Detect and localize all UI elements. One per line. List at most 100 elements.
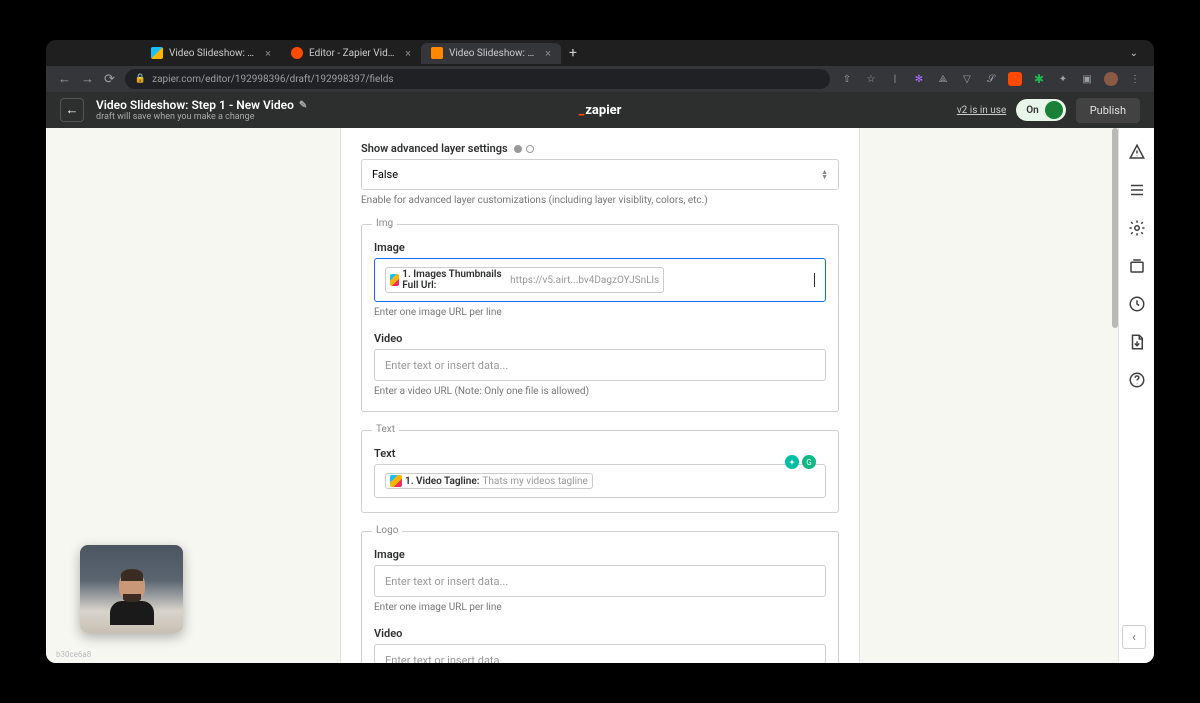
radio-filled-icon [514,145,522,153]
logo-video-field: Video Enter text or insert data... Enter… [374,627,826,663]
close-tab-icon[interactable]: × [545,47,551,60]
video-input[interactable]: Enter text or insert data... [374,349,826,381]
share-icon[interactable]: ⇧ [840,72,854,86]
logo-legend: Logo [372,525,402,536]
radio-empty-icon [526,145,534,153]
divider-icon: | [888,72,902,86]
extension-icon[interactable]: ✻ [912,72,926,86]
url-input[interactable]: 🔒 zapier.com/editor/192998396/draft/1929… [125,69,830,89]
placeholder: Enter text or insert data... [385,654,508,664]
new-tab-button[interactable]: + [561,45,585,61]
toggle-label: On [1026,105,1038,116]
logo-fieldset: Logo Image Enter text or insert data... … [361,531,839,663]
panel-icon[interactable]: ▣ [1080,72,1094,86]
build-hash: b30ce6a8 [56,650,91,659]
grammarly-badge-icon[interactable]: G [802,455,816,469]
extension-icon[interactable] [1008,72,1022,86]
main-area: Show advanced layer settings False ▲▼ En… [46,128,1154,663]
zap-toggle[interactable]: On [1016,99,1065,121]
menu-icon[interactable]: ⋮ [1128,72,1142,86]
right-sidebar [1118,128,1154,663]
collapse-sidebar-button[interactable]: ‹ [1122,625,1146,649]
reload-button[interactable]: ⟳ [104,72,115,87]
header-right: v2 is in use On Publish [957,98,1140,123]
person-silhouette [110,571,154,625]
page-favicon-icon [431,47,443,59]
data-pill[interactable]: 1. Images Thumbnails Full Url: https://v… [385,267,664,293]
radio-group[interactable] [514,145,534,153]
forward-button[interactable]: → [81,71,94,87]
extension-icon[interactable]: 𝒮 [984,72,998,86]
history-icon[interactable] [1127,294,1147,314]
outline-icon[interactable] [1127,180,1147,200]
browser-tab-airtable[interactable]: Video Slideshow: Table 1 - Ai... × [141,43,281,64]
airtable-icon [390,475,402,487]
airtable-favicon-icon [151,47,163,59]
app-content: ← Video Slideshow: Step 1 - New Video ✎ … [46,92,1154,663]
star-icon[interactable]: ☆ [864,72,878,86]
publish-button[interactable]: Publish [1076,98,1140,123]
browser-tab-editor[interactable]: Editor - Zapier Video Slidesh... × [281,43,421,64]
placeholder: Enter text or insert data... [385,359,508,372]
extension-icon[interactable]: ⟁ [936,72,950,86]
select-value: False [372,168,398,181]
img-fieldset: Img Image 1. Images Thumbnails Full Url:… [361,224,839,412]
scrollbar-track [1110,128,1118,663]
logo-image-input[interactable]: Enter text or insert data... [374,565,826,597]
tab-overflow-icon[interactable]: ⌄ [1124,48,1144,59]
chevron-updown-icon: ▲▼ [821,170,828,180]
text-caret [814,273,815,287]
title-area: Video Slideshow: Step 1 - New Video ✎ dr… [96,98,307,122]
pill-label: 1. Video Tagline: [405,476,479,487]
export-icon[interactable] [1127,332,1147,352]
text-fieldset: Text Text 1. Video Tagline: Thats my vid… [361,430,839,513]
advanced-settings-select[interactable]: False ▲▼ [361,159,839,190]
pip-video[interactable] [80,545,183,633]
logo-video-input[interactable]: Enter text or insert data... [374,644,826,663]
extensions-menu-icon[interactable]: ✦ [1056,72,1070,86]
edit-title-icon[interactable]: ✎ [299,100,307,111]
close-tab-icon[interactable]: × [265,47,271,60]
browser-window: Video Slideshow: Table 1 - Ai... × Edito… [46,40,1154,663]
logo-image-label: Image [374,548,826,561]
data-pill[interactable]: 1. Video Tagline: Thats my videos taglin… [385,473,593,489]
tab-title: Editor - Zapier Video Slidesh... [309,48,399,59]
url-bar: ← → ⟳ 🔒 zapier.com/editor/192998396/draf… [46,66,1154,92]
form-panel: Show advanced layer settings False ▲▼ En… [340,128,860,663]
image-input[interactable]: 1. Images Thumbnails Full Url: https://v… [374,258,826,302]
image-help-text: Enter one image URL per line [374,307,826,318]
logo-video-label: Video [374,627,826,640]
app-header: ← Video Slideshow: Step 1 - New Video ✎ … [46,92,1154,128]
airtable-icon [390,274,399,286]
browser-tab-step[interactable]: Video Slideshow: Step 1 - Ne... × [421,43,561,64]
text-field: Text 1. Video Tagline: Thats my videos t… [374,447,826,498]
zapier-logo: zapier [579,103,622,118]
text-input[interactable]: 1. Video Tagline: Thats my videos taglin… [374,464,826,498]
versions-icon[interactable] [1127,256,1147,276]
input-badges: ✦ G [785,455,816,469]
settings-icon[interactable] [1127,218,1147,238]
back-to-zaps-button[interactable]: ← [60,98,84,122]
pill-value: https://v5.airt...bv4DagzOYJSnLls [510,275,659,286]
image-label: Image [374,241,826,254]
help-icon[interactable] [1127,370,1147,390]
extension-icon[interactable]: ✱ [1032,72,1046,86]
placeholder: Enter text or insert data... [385,575,508,588]
video-label: Video [374,332,826,345]
advanced-settings-field: Show advanced layer settings False ▲▼ En… [361,142,839,206]
alerts-icon[interactable] [1127,142,1147,162]
url-text: zapier.com/editor/192998396/draft/192998… [152,74,393,85]
text-label: Text [374,447,826,460]
advanced-help-text: Enable for advanced layer customizations… [361,195,839,206]
img-legend: Img [372,218,397,229]
suggestion-badge-icon[interactable]: ✦ [785,455,799,469]
pill-value: Thats my videos tagline [482,476,587,487]
extension-icon[interactable]: ▽ [960,72,974,86]
back-button[interactable]: ← [58,71,71,87]
close-tab-icon[interactable]: × [405,47,411,60]
tab-title: Video Slideshow: Table 1 - Ai... [169,48,259,59]
zap-title[interactable]: Video Slideshow: Step 1 - New Video ✎ [96,98,307,112]
logo-image-field: Image Enter text or insert data... Enter… [374,548,826,613]
zapier-favicon-icon [291,47,303,59]
profile-avatar[interactable] [1104,72,1118,86]
